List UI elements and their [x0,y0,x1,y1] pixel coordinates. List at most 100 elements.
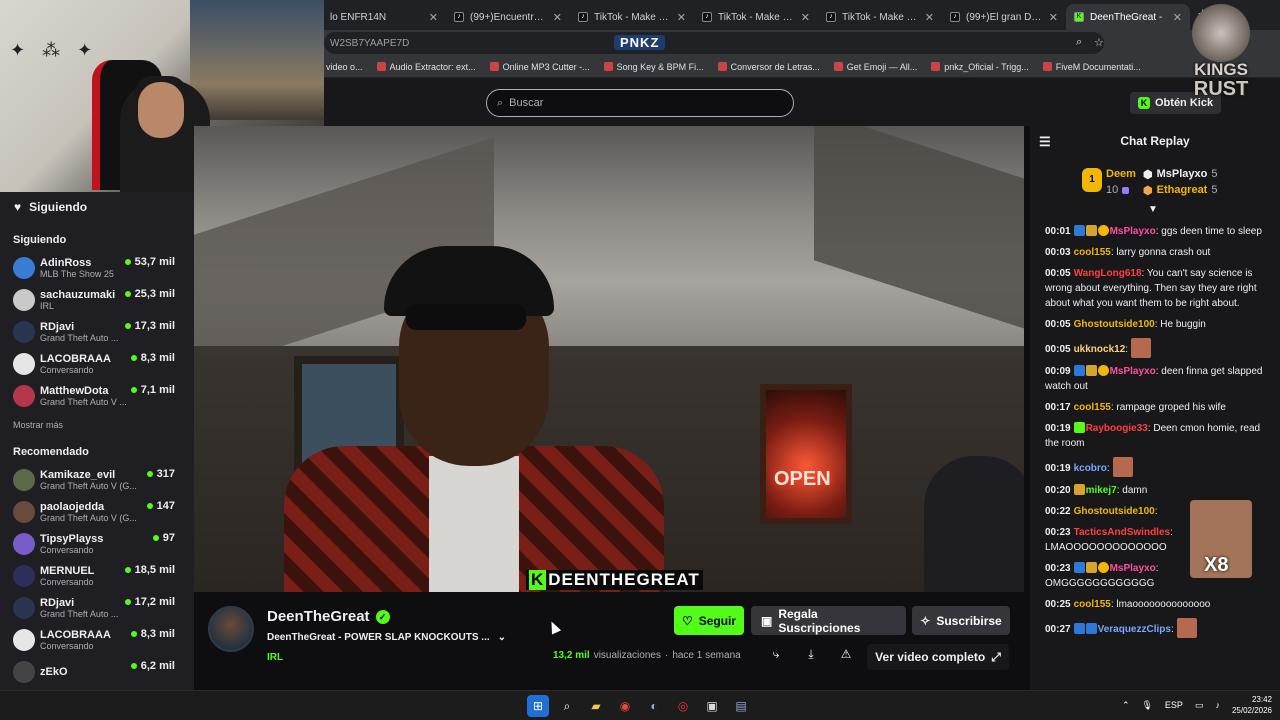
chat-username[interactable]: MsPlayxo [1110,226,1156,237]
close-icon[interactable]: ✕ [801,11,810,24]
sidebar-channel[interactable]: TipsyPlayss Conversando 97 [0,528,194,560]
network-icon[interactable]: ▭ [1195,700,1204,711]
bookmark-item[interactable]: video o... [326,62,363,72]
bookmark-item[interactable]: pnkz_Oficial - Trigg... [931,62,1029,72]
chrome-icon[interactable]: ◉ [614,695,636,717]
chat-username[interactable]: kcobro [1074,463,1107,474]
language-indicator[interactable]: ESP [1165,700,1183,710]
chat-message: 00:05 ukknock12: [1045,338,1266,358]
chat-username[interactable]: WangLong618 [1074,268,1142,279]
sidebar-channel[interactable]: zEkO 6,2 mil [0,656,194,688]
expand-leaderboard-icon[interactable]: ▼ [1148,204,1158,215]
chat-username[interactable]: Ghostoutside100 [1074,319,1155,330]
leader-name[interactable]: Deem [1106,168,1136,180]
chat-username[interactable]: cool155 [1074,599,1111,610]
browser-tab[interactable]: K DeenTheGreat - ✕ [1066,4,1190,30]
avatar [13,353,35,375]
chat-username[interactable]: Ghostoutside100 [1074,506,1155,517]
search-input[interactable]: ⌕ Buscar [486,89,794,117]
sidebar-channel[interactable]: LACOBRAAA Conversando 8,3 mil [0,348,194,380]
sidebar-channel[interactable]: Kamikaze_evil Grand Theft Auto V (G... 317 [0,464,194,496]
close-icon[interactable]: ✕ [429,11,438,24]
leader-count: 5 [1211,168,1218,180]
browser-tab[interactable]: ♪ (99+)Encuentra 'carlit ✕ [446,4,570,30]
close-icon[interactable]: ✕ [677,11,686,24]
browser-tab[interactable]: ♪ TikTok - Make Your D ✕ [570,4,694,30]
share-icon[interactable]: ⤷ [765,647,787,665]
chat-message: 00:05 Ghostoutside100: He buggin [1045,317,1266,332]
star-icon[interactable]: ☆ [1094,36,1104,49]
viewer-count-value: 8,3 mil [140,628,175,640]
bookmark-item[interactable]: Conversor de Letras... [717,62,820,72]
leader-name[interactable]: MsPlayxo [1157,168,1208,180]
browser-tab[interactable]: lo ENFR14N ✕ [322,4,446,30]
chat-username[interactable]: Rayboogie33 [1086,423,1148,434]
volume-icon[interactable]: ♪ [1215,700,1220,710]
following-header[interactable]: ♥ Siguiendo [0,192,194,222]
clock[interactable]: 23:42 25/02/2026 [1232,694,1272,716]
bookmark-item[interactable]: Audio Extractor: ext... [376,62,476,72]
chat-username[interactable]: VeraquezzClips [1098,624,1171,635]
chevron-down-icon[interactable]: ⌄ [498,632,506,643]
start-icon[interactable]: ⊞ [527,695,549,717]
app-icon[interactable]: ▣ [701,695,723,717]
calculator-icon[interactable]: ▤ [730,695,752,717]
sidebar-channel[interactable]: MERNUEL Conversando 18,5 mil [0,560,194,592]
chat-username[interactable]: cool155 [1074,247,1111,258]
sidebar-channel[interactable]: AdinRoss MLB The Show 25 53,7 mil [0,252,194,284]
chat-username[interactable]: TacticsAndSwindles [1074,527,1171,538]
sidebar-channel[interactable]: paolaojedda Grand Theft Auto V (G... 147 [0,496,194,528]
video-player[interactable]: OPEN K DEENTHEGREAT [194,126,1024,592]
bookmark-item[interactable]: Song Key & BPM Fi... [603,62,704,72]
browser-tab[interactable]: ♪ (99+)El gran Deen: El ✕ [942,4,1066,30]
category-link[interactable]: IRL [267,652,283,663]
live-dot-icon [146,471,153,477]
sidebar-channel[interactable]: LACOBRAAA Conversando 8,3 mil [0,624,194,656]
green-badge-icon [1073,422,1085,433]
channel-avatar[interactable] [208,606,254,652]
steam-icon[interactable]: ◐ [643,695,665,717]
url-field[interactable]: W2SB7YAAPE7D PNKZ ⌕ ☆ [324,32,1104,54]
browser-tab[interactable]: ♪ TikTok - Make Your D ✕ [818,4,942,30]
logo-line-2: RUST [1193,78,1249,100]
gift-subs-button[interactable]: ▣ Regala Suscripciones [751,606,906,635]
close-icon[interactable]: ✕ [1049,11,1058,24]
sidebar-channel[interactable]: MatthewDota Grand Theft Auto V ... 7,1 mil [0,380,194,412]
chat-username[interactable]: cool155 [1074,402,1111,413]
full-video-button[interactable]: Ver video completo ⤢ [867,644,1009,670]
file-explorer-icon[interactable]: ▰ [585,695,607,717]
chat-timestamp: 00:19 [1045,423,1071,434]
bookmark-item[interactable]: Online MP3 Cutter -... [489,62,590,72]
chat-username[interactable]: MsPlayxo [1110,366,1156,377]
viewer-count: 317 [146,468,175,480]
sidebar-channel[interactable]: RDjavi Grand Theft Auto ... 17,3 mil [0,316,194,348]
zoom-icon[interactable]: ⌕ [1076,36,1082,49]
browser-tab[interactable]: ♪ TikTok - Make Your D ✕ [694,4,818,30]
follow-button[interactable]: ♡ Seguir [674,606,744,635]
close-icon[interactable]: ✕ [553,11,562,24]
sidebar-channel[interactable]: RDjavi Grand Theft Auto ... 17,2 mil [0,592,194,624]
show-more-link[interactable]: Mostrar más [0,412,194,438]
download-icon[interactable]: ⤓ [800,647,822,665]
chat-username[interactable]: MsPlayxo [1110,563,1156,574]
chat-username[interactable]: mikej7 [1086,485,1117,496]
channel-category: Grand Theft Auto ... [40,333,119,343]
obs-icon[interactable]: ◎ [672,695,694,717]
leader-name[interactable]: Ethagreat [1157,184,1208,196]
search-icon[interactable]: ⌕ [556,695,578,717]
bookmark-item[interactable]: FiveM Documentati... [1042,62,1141,72]
channel-name[interactable]: DeenTheGreat [267,608,370,625]
close-icon[interactable]: ✕ [925,11,934,24]
chat-username[interactable]: ukknock12 [1074,344,1126,355]
subscribe-button[interactable]: ✧ Suscribirse [912,606,1010,635]
blue-badge-icon [1073,623,1085,634]
viewer-count-value: 317 [156,468,175,480]
sidebar-channel[interactable]: sachauzumaki IRL 25,3 mil [0,284,194,316]
collapse-chat-icon[interactable]: ☰ [1039,134,1051,150]
chevron-up-icon[interactable]: ⌃ [1122,700,1130,711]
bookmark-item[interactable]: Get Emoji — All... [833,62,917,72]
full-video-label: Ver video completo [875,650,986,664]
channel-category: Grand Theft Auto ... [40,609,119,619]
mic-icon[interactable]: 🎙 [1141,700,1152,711]
report-icon[interactable]: ⚠ [835,647,857,665]
